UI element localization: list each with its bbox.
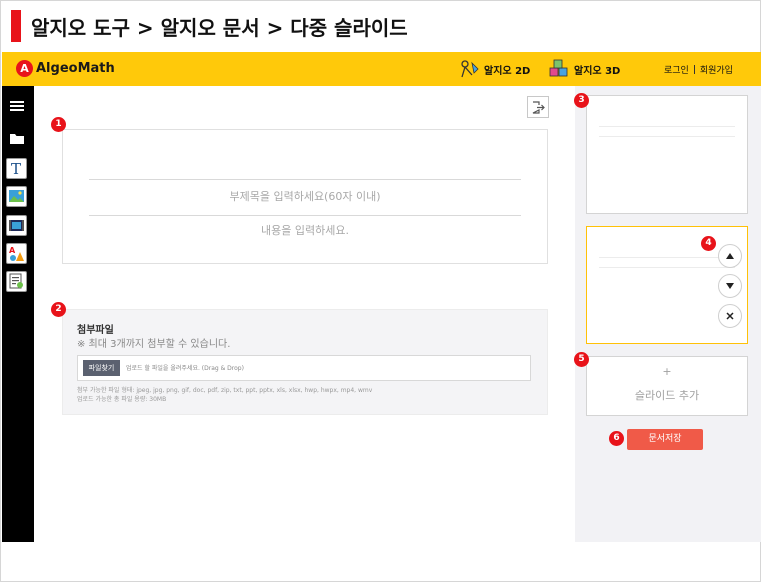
nav-algeo-3d[interactable]: 알지오 3D bbox=[548, 59, 620, 79]
delete-slide-button[interactable] bbox=[718, 304, 742, 328]
marker-4: 4 bbox=[701, 236, 716, 251]
app-header: A AlgeoMath 알지오 2D 알지오 3D 로그인 회원가입 bbox=[2, 52, 761, 86]
svg-text:T: T bbox=[11, 160, 21, 178]
thumb-line bbox=[599, 136, 735, 137]
marker-3: 3 bbox=[574, 93, 589, 108]
title-accent-bar bbox=[11, 10, 21, 42]
algeo-tool-icon[interactable]: A bbox=[6, 243, 27, 264]
attachment-limit-note: ※ 최대 3개까지 첨부할 수 있습니다. bbox=[77, 339, 231, 350]
page-title: 알지오 도구 > 알지오 문서 > 다중 슬라이드 bbox=[31, 15, 408, 40]
attachment-allowed-info: 첨부 가능한 파일 형태: jpeg, jpg, png, gif, doc, … bbox=[77, 386, 372, 404]
page-title-bar: 알지오 도구 > 알지오 문서 > 다중 슬라이드 bbox=[11, 9, 408, 43]
content-divider bbox=[89, 215, 521, 216]
find-file-button[interactable]: 파일찾기 bbox=[83, 360, 120, 376]
compass-icon bbox=[461, 60, 479, 78]
left-toolbar bbox=[2, 86, 34, 542]
screenshot-frame: 알지오 도구 > 알지오 문서 > 다중 슬라이드 A AlgeoMath 알지… bbox=[0, 0, 761, 582]
cubes-icon bbox=[549, 59, 568, 77]
save-document-button[interactable]: 문서저장 bbox=[627, 429, 703, 450]
attachment-title: 첨부파일 bbox=[77, 325, 114, 336]
triangle-up-icon bbox=[726, 253, 734, 259]
video-tool-icon[interactable] bbox=[6, 215, 27, 236]
add-slide-button[interactable]: + 슬라이드 추가 bbox=[586, 356, 748, 416]
marker-1: 1 bbox=[51, 117, 66, 132]
add-slide-plus: + bbox=[662, 365, 672, 378]
nav-3d-label: 알지오 3D bbox=[574, 65, 621, 77]
move-slide-down-button[interactable] bbox=[718, 274, 742, 298]
marker-6: 6 bbox=[609, 431, 624, 446]
slide-thumbnail-1[interactable] bbox=[586, 95, 748, 214]
move-slide-up-button[interactable] bbox=[718, 244, 742, 268]
triangle-down-icon bbox=[726, 283, 734, 289]
document-tool-icon[interactable] bbox=[6, 271, 27, 292]
auth-links: 로그인 회원가입 bbox=[664, 63, 733, 76]
exit-icon bbox=[532, 100, 545, 114]
thumb-line bbox=[599, 267, 735, 268]
close-icon bbox=[726, 312, 734, 320]
logo-mark: A bbox=[16, 60, 33, 77]
nav-algeo-2d[interactable]: 알지오 2D bbox=[460, 59, 530, 79]
content-input[interactable]: 내용을 입력하세요. bbox=[89, 222, 521, 238]
upload-placeholder: 업로드 할 파일을 올려주세요. (Drag & Drop) bbox=[126, 365, 244, 372]
upload-size-limit: 업로드 가능한 총 파일 용량: 30MB bbox=[77, 396, 167, 403]
subtitle-input[interactable]: 부제목을 입력하세요(60자 이내) bbox=[89, 188, 521, 204]
image-tool-icon[interactable] bbox=[6, 186, 27, 207]
exit-button[interactable] bbox=[527, 96, 549, 118]
algeomath-logo[interactable]: A AlgeoMath bbox=[16, 60, 115, 77]
marker-5: 5 bbox=[574, 352, 589, 367]
thumb-line bbox=[599, 126, 735, 127]
logo-text: AlgeoMath bbox=[36, 61, 115, 76]
login-link[interactable]: 로그인 bbox=[664, 63, 689, 76]
subtitle-underline bbox=[89, 179, 521, 180]
text-tool-icon[interactable]: T bbox=[6, 158, 27, 179]
add-slide-label: 슬라이드 추가 bbox=[634, 389, 700, 402]
marker-2: 2 bbox=[51, 302, 66, 317]
svg-text:A: A bbox=[9, 246, 16, 255]
allowed-file-types: 첨부 가능한 파일 형태: jpeg, jpg, png, gif, doc, … bbox=[77, 387, 373, 394]
thumb-line bbox=[599, 257, 735, 258]
signup-link[interactable]: 회원가입 bbox=[700, 63, 733, 76]
auth-divider bbox=[693, 65, 695, 74]
menu-icon[interactable] bbox=[10, 97, 24, 116]
nav-2d-label: 알지오 2D bbox=[484, 65, 531, 77]
folder-icon[interactable] bbox=[10, 130, 25, 149]
